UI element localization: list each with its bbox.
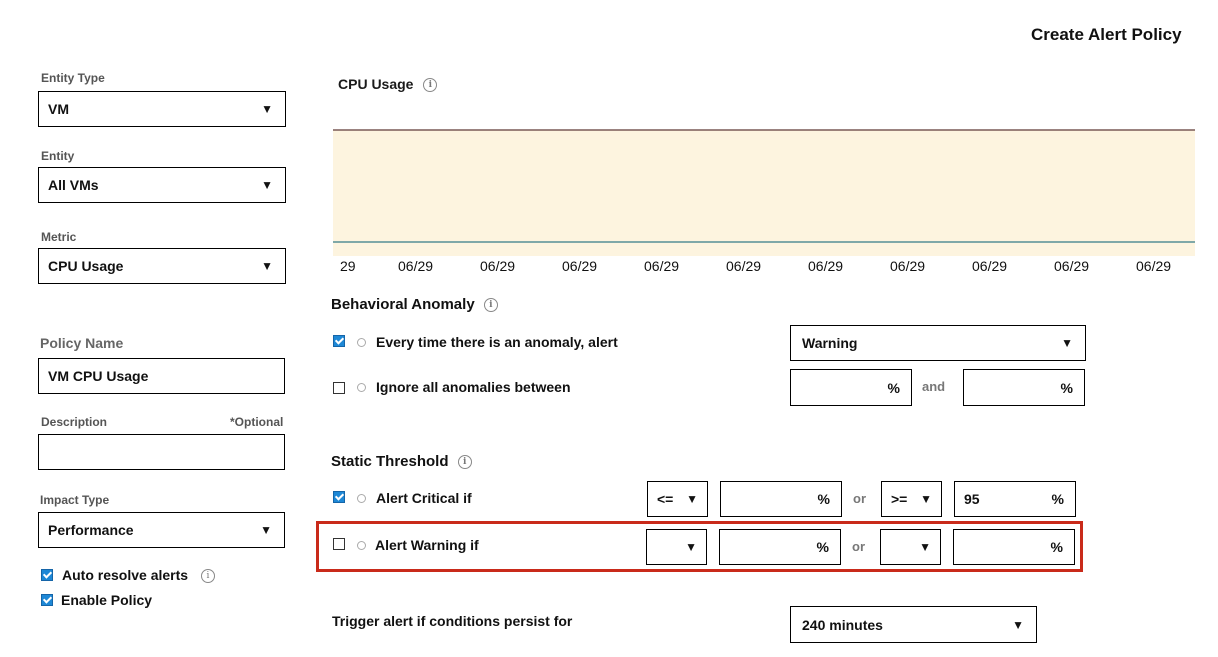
static-section-title: Static Threshold i — [331, 453, 472, 470]
critical-value-1-input[interactable]: % — [720, 481, 842, 517]
anomaly-alert-checkbox[interactable] — [333, 335, 345, 347]
behavioral-title-text: Behavioral Anomaly — [331, 296, 475, 313]
chart-x-tick-label: 06/29 — [726, 258, 762, 274]
impact-type-label: Impact Type — [40, 493, 110, 507]
triangle-down-icon: ▼ — [261, 178, 273, 192]
description-input[interactable] — [38, 434, 285, 470]
trigger-label: Trigger alert if conditions persist for — [332, 613, 573, 629]
critical-label: Alert Critical if — [376, 490, 472, 506]
and-label: and — [922, 379, 946, 394]
critical-value-2-input[interactable]: 95 % — [954, 481, 1076, 517]
chart-x-tick-label: 06/29 — [890, 258, 926, 274]
entity-type-select[interactable]: VM ▼ — [38, 91, 286, 127]
ignore-anomalies-radio[interactable] — [357, 383, 366, 392]
triangle-down-icon: ▼ — [1061, 336, 1073, 350]
info-icon[interactable]: i — [201, 569, 215, 583]
entity-select[interactable]: All VMs ▼ — [38, 167, 286, 203]
percent-unit: % — [816, 539, 829, 555]
triangle-down-icon: ▼ — [260, 523, 272, 537]
triangle-down-icon: ▼ — [685, 540, 697, 554]
anomaly-severity-value: Warning — [802, 335, 858, 351]
chart-x-tick-label: 06/29 — [808, 258, 844, 274]
chart-x-tick-label: 06/29 — [562, 258, 598, 274]
triangle-down-icon: ▼ — [261, 259, 273, 273]
chart-title: CPU Usage i — [338, 76, 438, 93]
chart-x-tick-label: 06/29 — [644, 258, 680, 274]
warning-label: Alert Warning if — [375, 537, 479, 553]
info-icon[interactable]: i — [483, 298, 498, 313]
percent-unit: % — [1050, 539, 1063, 555]
triangle-down-icon: ▼ — [686, 492, 698, 506]
anomaly-alert-label: Every time there is an anomaly, alert — [376, 334, 618, 350]
chart-x-tick-label: 06/29 — [398, 258, 434, 274]
percent-unit: % — [887, 379, 900, 396]
entity-label: Entity — [41, 149, 75, 163]
chart-band — [333, 130, 1195, 256]
percent-unit: % — [1060, 379, 1073, 396]
critical-operator-1-value: <= — [657, 491, 674, 507]
info-icon[interactable]: i — [423, 78, 438, 93]
trigger-duration-value: 240 minutes — [802, 616, 883, 633]
behavioral-section-title: Behavioral Anomaly i — [331, 296, 498, 313]
policy-name-input[interactable]: VM CPU Usage — [38, 358, 285, 394]
auto-resolve-checkbox[interactable] — [41, 569, 53, 581]
enable-policy-checkbox[interactable] — [41, 594, 53, 606]
critical-checkbox[interactable] — [333, 491, 345, 503]
critical-operator-2-value: >= — [891, 491, 908, 507]
or-label: or — [852, 539, 865, 554]
warning-value-1-input[interactable]: % — [719, 529, 841, 565]
critical-value-2: 95 — [964, 491, 980, 507]
description-optional-label: *Optional — [230, 415, 284, 429]
warning-checkbox[interactable] — [333, 538, 345, 550]
auto-resolve-label: Auto resolve alerts — [62, 567, 189, 583]
impact-type-select[interactable]: Performance ▼ — [38, 512, 285, 548]
policy-name-label: Policy Name — [40, 335, 124, 351]
info-icon[interactable]: i — [457, 455, 472, 470]
anomaly-alert-radio[interactable] — [357, 338, 366, 347]
critical-operator-2-select[interactable]: >= ▼ — [881, 481, 942, 517]
anomaly-severity-select[interactable]: Warning ▼ — [790, 325, 1086, 361]
chart-title-text: CPU Usage — [338, 76, 414, 92]
critical-operator-1-select[interactable]: <= ▼ — [647, 481, 708, 517]
cpu-usage-chart — [333, 129, 1195, 256]
warning-radio[interactable] — [357, 541, 366, 550]
chart-x-tick-label: 06/29 — [1136, 258, 1172, 274]
critical-radio[interactable] — [357, 494, 366, 503]
static-title-text: Static Threshold — [331, 453, 449, 470]
entity-type-value: VM — [48, 101, 69, 117]
triangle-down-icon: ▼ — [920, 492, 932, 506]
metric-select[interactable]: CPU Usage ▼ — [38, 248, 286, 284]
chart-x-tick-label: 06/29 — [480, 258, 516, 274]
triangle-down-icon: ▼ — [1012, 617, 1024, 632]
warning-operator-2-select[interactable]: ▼ — [880, 529, 941, 565]
trigger-duration-select[interactable]: 240 minutes ▼ — [790, 606, 1037, 643]
description-label: Description — [41, 415, 108, 429]
warning-operator-1-select[interactable]: ▼ — [646, 529, 707, 565]
chart-x-tick-label: 06/29 — [972, 258, 1008, 274]
chart-x-tick-label: 29 — [340, 258, 356, 274]
ignore-low-input[interactable]: % — [790, 369, 912, 406]
metric-label: Metric — [41, 230, 77, 244]
enable-policy-label: Enable Policy — [61, 592, 153, 608]
impact-type-value: Performance — [48, 522, 134, 538]
percent-unit: % — [1051, 491, 1064, 507]
page-title: Create Alert Policy — [1031, 25, 1182, 44]
ignore-anomalies-label: Ignore all anomalies between — [376, 379, 571, 395]
policy-name-value: VM CPU Usage — [48, 368, 149, 384]
percent-unit: % — [817, 491, 830, 507]
entity-type-label: Entity Type — [41, 71, 105, 85]
metric-value: CPU Usage — [48, 258, 124, 274]
chart-x-tick-label: 06/29 — [1054, 258, 1090, 274]
ignore-high-input[interactable]: % — [963, 369, 1085, 406]
ignore-anomalies-checkbox[interactable] — [333, 382, 345, 394]
or-label: or — [853, 491, 866, 506]
triangle-down-icon: ▼ — [261, 102, 273, 116]
entity-value: All VMs — [48, 177, 99, 193]
triangle-down-icon: ▼ — [919, 540, 931, 554]
warning-value-2-input[interactable]: % — [953, 529, 1075, 565]
